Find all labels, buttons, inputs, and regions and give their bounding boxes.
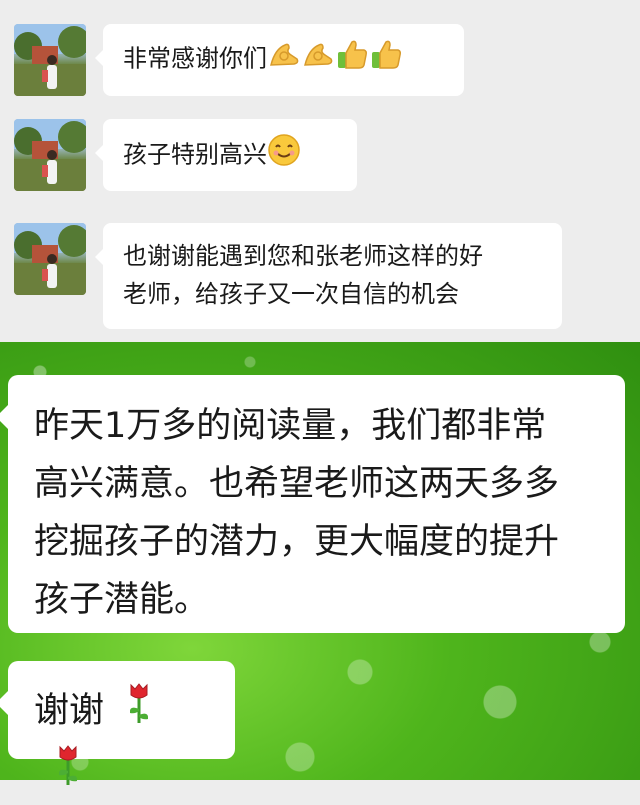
thumbs-up-icon	[335, 38, 369, 81]
message-row: 非常感谢你们	[0, 24, 640, 96]
message-row: 孩子特别高兴	[0, 119, 640, 191]
message-row: 也谢谢能遇到您和张老师这样的好 老师，给孩子又一次自信的机会	[0, 223, 640, 333]
avatar[interactable]	[14, 119, 86, 191]
message-bubble[interactable]: 谢谢	[0, 661, 235, 785]
chat-area-upper: 非常感谢你们 孩子特别高兴 也谢谢能遇到您和张老师这样的好 老师，给孩子又一次自…	[0, 0, 640, 342]
thumbs-up-icon	[369, 38, 403, 81]
message-text-line: 昨天1万多的阅读量，我们都非常	[34, 406, 547, 446]
avatar[interactable]	[14, 24, 86, 96]
chat-wallpaper: 昨天1万多的阅读量，我们都非常 高兴满意。也希望老师这两天多多 挖掘孩子的潜力，…	[0, 342, 640, 785]
smiling-face-icon	[267, 133, 301, 178]
message-text: 非常感谢你们	[123, 44, 267, 73]
message-bubble[interactable]: 孩子特别高兴	[95, 119, 357, 191]
message-text-line: 也谢谢能遇到您和张老师这样的好	[123, 242, 483, 270]
message-text-line: 老师，给孩子又一次自信的机会	[123, 280, 459, 308]
rose-icon	[54, 743, 82, 805]
rose-icon	[125, 681, 153, 743]
message-text-line: 挖掘孩子的潜力，更大幅度的提升	[34, 522, 560, 562]
message-text-line: 高兴满意。也希望老师这两天多多	[34, 464, 560, 504]
message-text: 谢谢	[34, 691, 105, 731]
message-text: 孩子特别高兴	[123, 140, 267, 169]
message-bubble[interactable]: 非常感谢你们	[95, 24, 464, 96]
message-bubble[interactable]: 昨天1万多的阅读量，我们都非常 高兴满意。也希望老师这两天多多 挖掘孩子的潜力，…	[0, 375, 625, 633]
ok-hand-icon	[301, 39, 335, 80]
ok-hand-icon	[267, 39, 301, 80]
avatar[interactable]	[14, 223, 86, 295]
message-bubble[interactable]: 也谢谢能遇到您和张老师这样的好 老师，给孩子又一次自信的机会	[95, 223, 562, 329]
message-text-line: 孩子潜能。	[34, 580, 210, 620]
